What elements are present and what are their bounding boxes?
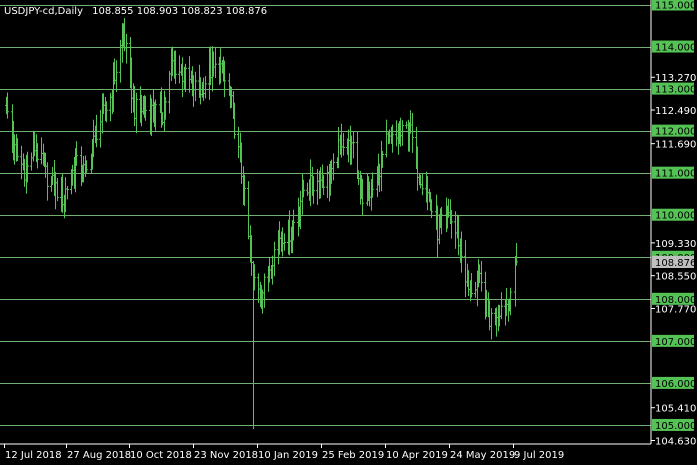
level-price-label: 105.000 xyxy=(655,421,696,432)
price-tick-label: 107.770 xyxy=(655,304,696,315)
level-price-label: 110.000 xyxy=(655,211,696,222)
level-price-label: 112.000 xyxy=(655,127,696,138)
time-tick-label: 10 Oct 2018 xyxy=(130,450,192,461)
level-price-label: 111.000 xyxy=(655,169,696,180)
chart-header: USDJPY-cd,Daily 108.855 108.903 108.823 … xyxy=(4,6,267,17)
time-tick-label: 10 Jan 2019 xyxy=(258,450,318,461)
time-tick-label: 23 Nov 2018 xyxy=(194,450,258,461)
ohlc-values: 108.855 108.903 108.823 108.876 xyxy=(92,6,267,17)
current-price-marker: 108.876 xyxy=(652,255,696,269)
price-tick-label: 105.410 xyxy=(655,404,696,415)
price-tick-label: 109.330 xyxy=(655,239,696,250)
time-tick-label: 25 Feb 2019 xyxy=(322,450,384,461)
price-tick-label: 104.630 xyxy=(655,437,696,448)
level-price-label: 106.000 xyxy=(655,379,696,390)
price-tick-label: 108.550 xyxy=(655,272,696,283)
time-tick-label: 10 Apr 2019 xyxy=(386,450,448,461)
price-tick-label: 112.490 xyxy=(655,106,696,117)
chart-background xyxy=(0,0,697,465)
level-price-label: 113.000 xyxy=(655,85,696,96)
level-price-label: 108.000 xyxy=(655,295,696,306)
price-tick-label: 113.270 xyxy=(655,73,696,84)
symbol-label: USDJPY-cd,Daily xyxy=(4,6,83,17)
price-chart[interactable]: 113.270 112.490 111.690 109.330 108.550 107.7… xyxy=(0,0,697,465)
level-price-label: 115.000 xyxy=(655,1,696,12)
level-price-label: 107.000 xyxy=(655,337,696,348)
level-price-label: 114.000 xyxy=(655,43,696,54)
price-tick-label: 111.690 xyxy=(655,140,696,151)
current-price-label: 108.876 xyxy=(655,258,696,269)
time-tick-label: 24 May 2019 xyxy=(450,450,515,461)
time-tick-label: 27 Aug 2018 xyxy=(67,450,131,461)
time-tick-label: 12 Jul 2018 xyxy=(5,450,62,461)
time-tick-label: 9 Jul 2019 xyxy=(514,450,564,461)
